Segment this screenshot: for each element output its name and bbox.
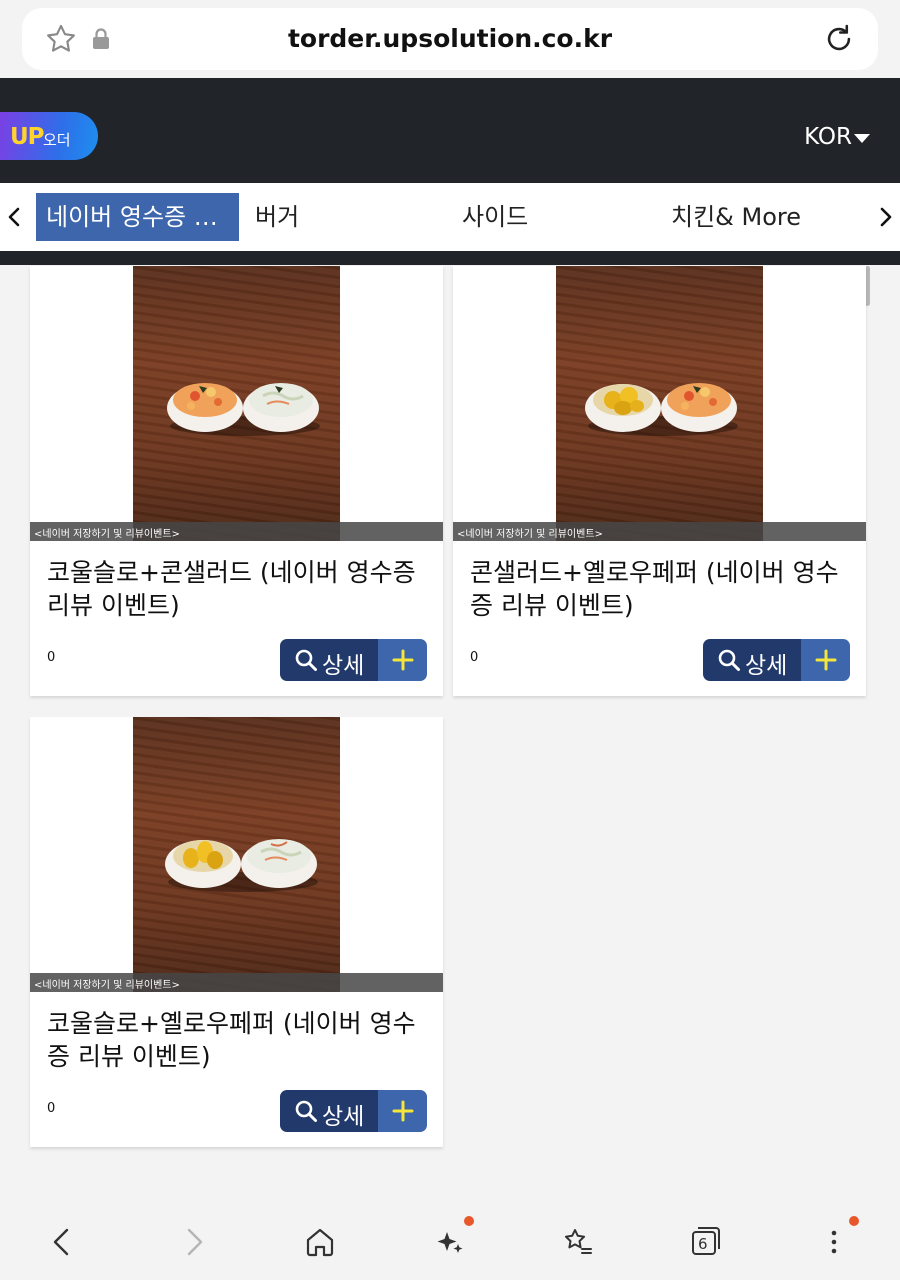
add-to-cart-button[interactable] (378, 1090, 427, 1132)
sparkle-ai-icon[interactable] (432, 1224, 468, 1260)
chevron-left-icon[interactable] (4, 203, 24, 231)
tabs-button[interactable]: 6 (688, 1224, 724, 1260)
image-caption-strip: <네이버 저장하기 및 리뷰이벤트> (30, 973, 443, 992)
product-name[interactable]: 콘샐러드+옐로우페퍼 (네이버 영수증 리뷰 이벤트) (470, 556, 855, 622)
address-bar[interactable]: torder.upsolution.co.kr (22, 8, 878, 70)
category-tab-naver-receipt[interactable]: 네이버 영수증 … (36, 193, 239, 241)
category-tab-burger[interactable]: 버거 (255, 193, 299, 241)
product-price: 0 (47, 1101, 56, 1116)
browser-address-bar-area: torder.upsolution.co.kr (0, 0, 900, 78)
url-text[interactable]: torder.upsolution.co.kr (142, 24, 758, 53)
detail-button[interactable]: 상세 (280, 1090, 378, 1132)
image-caption: <네이버 저장하기 및 리뷰이벤트> (34, 980, 180, 991)
notification-dot (849, 1216, 859, 1226)
back-icon[interactable] (44, 1224, 80, 1260)
detail-button[interactable]: 상세 (703, 639, 801, 681)
image-caption: <네이버 저장하기 및 리뷰이벤트> (457, 529, 603, 540)
forward-icon[interactable] (176, 1224, 212, 1260)
add-to-cart-button[interactable] (378, 639, 427, 681)
plus-icon (392, 649, 414, 671)
up-order-logo[interactable]: UP 오더 (0, 112, 98, 160)
side-dish-illustration (585, 383, 738, 436)
product-image[interactable] (133, 717, 340, 992)
add-to-cart-button[interactable] (801, 639, 850, 681)
category-tab-chicken-more[interactable]: 치킨& More (671, 193, 801, 241)
browser-toolbar: 6 (0, 1200, 900, 1280)
search-icon (718, 649, 740, 671)
image-caption: <네이버 저장하기 및 리뷰이벤트> (34, 529, 180, 540)
product-price: 0 (47, 650, 56, 665)
detail-button[interactable]: 상세 (280, 639, 378, 681)
side-dish-illustration (165, 839, 318, 892)
logo-sub-text: 오더 (43, 131, 71, 149)
caret-down-icon[interactable] (854, 134, 870, 143)
plus-icon (815, 649, 837, 671)
image-caption-strip: <네이버 저장하기 및 리뷰이벤트> (30, 522, 443, 541)
lock-icon (93, 28, 109, 49)
image-caption-strip: <네이버 저장하기 및 리뷰이벤트> (453, 522, 866, 541)
product-name[interactable]: 코울슬로+콘샐러드 (네이버 영수증 리뷰 이벤트) (47, 556, 432, 622)
chevron-right-icon[interactable] (876, 203, 896, 231)
tab-count: 6 (698, 1235, 708, 1253)
language-selector[interactable]: KOR (804, 124, 852, 150)
search-icon (295, 1100, 317, 1122)
product-card[interactable]: <네이버 저장하기 및 리뷰이벤트> 코울슬로+콘샐러드 (네이버 영수증 리뷰… (30, 266, 443, 696)
product-name[interactable]: 코울슬로+옐로우페퍼 (네이버 영수증 리뷰 이벤트) (47, 1007, 432, 1073)
logo-up-text: UP (10, 124, 45, 150)
bookmark-star-icon[interactable] (44, 22, 78, 56)
product-image[interactable] (556, 266, 763, 541)
detail-button-label: 상세 (322, 1104, 365, 1130)
bookmarks-icon[interactable] (560, 1224, 596, 1260)
reload-icon[interactable] (822, 22, 856, 56)
notification-dot (464, 1216, 474, 1226)
search-icon (295, 649, 317, 671)
detail-button-label: 상세 (322, 653, 365, 679)
site-header: UP 오더 KOR (0, 78, 900, 183)
category-nav: 네이버 영수증 … 버거 사이드 치킨& More (0, 183, 900, 251)
nav-divider (0, 251, 900, 265)
product-card[interactable]: <네이버 저장하기 및 리뷰이벤트> 콘샐러드+옐로우페퍼 (네이버 영수증 리… (453, 266, 866, 696)
product-card[interactable]: <네이버 저장하기 및 리뷰이벤트> 코울슬로+옐로우페퍼 (네이버 영수증 리… (30, 717, 443, 1147)
detail-button-label: 상세 (745, 653, 788, 679)
plus-icon (392, 1100, 414, 1122)
product-price: 0 (470, 650, 479, 665)
category-tab-side[interactable]: 사이드 (462, 193, 528, 241)
side-dish-illustration (167, 383, 320, 436)
product-image[interactable] (133, 266, 340, 541)
home-icon[interactable] (302, 1224, 338, 1260)
more-menu-icon[interactable] (816, 1224, 852, 1260)
